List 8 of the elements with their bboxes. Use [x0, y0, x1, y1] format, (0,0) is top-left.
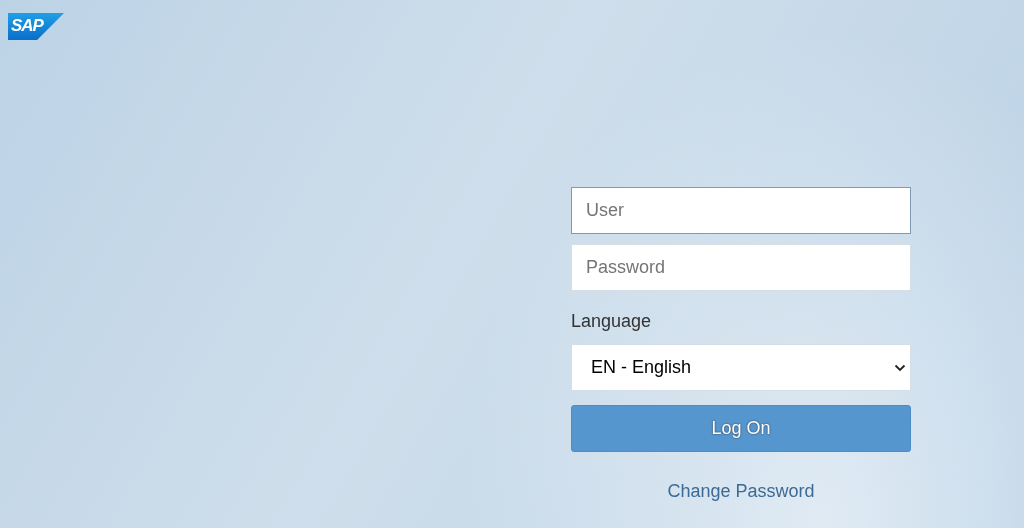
language-dropdown[interactable]: EN - English: [571, 344, 911, 391]
password-field[interactable]: Password: [571, 244, 911, 291]
chevron-down-icon: [894, 363, 906, 372]
change-password-link[interactable]: Change Password: [667, 481, 815, 502]
sap-logo: SAP: [8, 13, 64, 40]
language-label: Language: [571, 310, 652, 332]
user-field[interactable]: User: [571, 187, 911, 234]
log-on-button[interactable]: Log On: [571, 405, 911, 452]
